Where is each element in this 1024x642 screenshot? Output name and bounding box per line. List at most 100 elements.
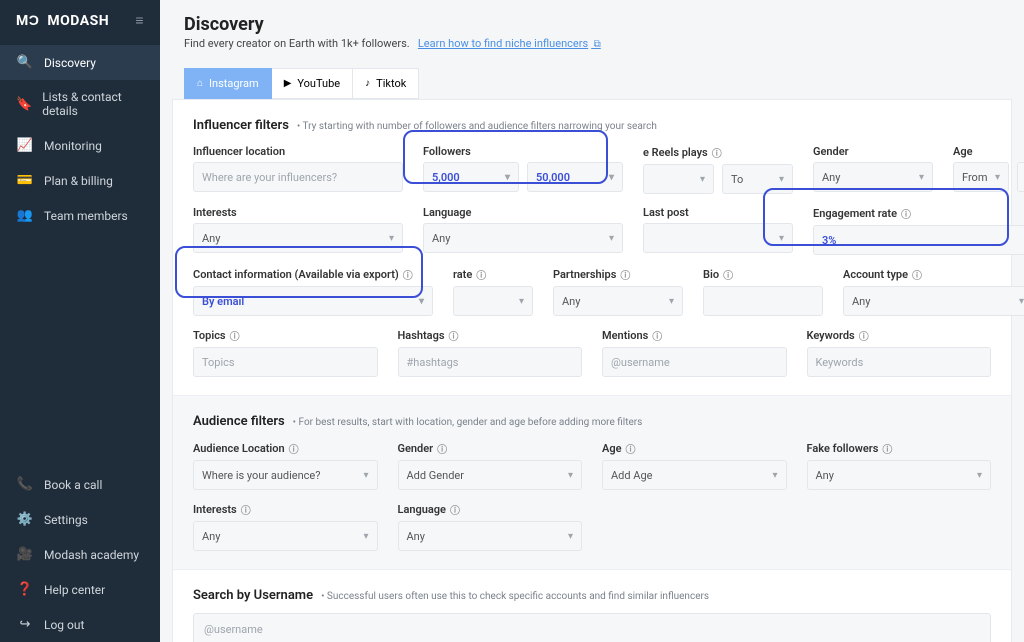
mentions-input[interactable]: @username — [602, 347, 787, 377]
info-icon[interactable]: ⓘ — [626, 441, 636, 456]
chevron-down-icon: ▾ — [568, 531, 573, 542]
label-audience-age: Age — [602, 442, 622, 455]
info-icon[interactable]: ⓘ — [403, 267, 413, 282]
learn-link[interactable]: Learn how to find niche influencers ⧉ — [418, 37, 601, 50]
label-account-type: Account type — [843, 268, 908, 281]
keywords-input[interactable]: Keywords — [807, 347, 992, 377]
platform-tabs: ⌂ Instagram ▶ YouTube ♪ Tiktok — [160, 68, 1024, 99]
label-lastpost: Last post — [643, 206, 689, 219]
external-link-icon: ⧉ — [591, 39, 601, 50]
label-fake-followers: Fake followers — [807, 442, 879, 455]
audience-language-select[interactable]: Any▾ — [398, 521, 583, 551]
main: Discovery Find every creator on Earth wi… — [160, 0, 1024, 642]
page-title: Discovery — [184, 14, 1000, 35]
sidebar-item-label: Team members — [44, 209, 128, 223]
fake-followers-select[interactable]: Any▾ — [807, 460, 992, 490]
info-icon[interactable]: ⓘ — [437, 441, 447, 456]
audience-age-select[interactable]: Add Age▾ — [602, 460, 787, 490]
chevron-down-icon: ▾ — [772, 470, 777, 481]
audience-filters-section: Audience filters • For best results, sta… — [173, 396, 1011, 570]
hashtags-input[interactable]: #hashtags — [398, 347, 583, 377]
chevron-down-icon: ▾ — [519, 296, 524, 307]
info-icon[interactable]: ⓘ — [901, 206, 911, 221]
gender-select[interactable]: Any▾ — [813, 162, 933, 192]
engagement-select[interactable]: 3%▾ — [813, 225, 1024, 255]
chevron-down-icon: ▾ — [609, 233, 614, 244]
row-4: Topicsⓘ Topics Hashtagsⓘ #hashtags Menti… — [193, 328, 991, 377]
gear-icon: ⚙️ — [16, 512, 34, 527]
chevron-down-icon: ▾ — [1019, 296, 1024, 307]
chevron-down-icon: ▾ — [505, 172, 510, 183]
language-select[interactable]: Any▾ — [423, 223, 623, 253]
audience-location-select[interactable]: Where is your audience?▾ — [193, 460, 378, 490]
info-icon[interactable]: ⓘ — [289, 441, 299, 456]
info-icon[interactable]: ⓘ — [449, 328, 459, 343]
lastpost-select[interactable]: ▾ — [643, 223, 793, 253]
contact-info-select[interactable]: By email▾ — [193, 286, 433, 316]
sidebar-item-lists[interactable]: 🔖 Lists & contact details — [0, 80, 160, 128]
chevron-down-icon: ▾ — [389, 233, 394, 244]
youtube-icon: ▶ — [284, 78, 292, 89]
sidebar-item-help[interactable]: ❓ Help center — [0, 572, 160, 607]
chevron-down-icon: ▾ — [363, 470, 368, 481]
sidebar-item-monitoring[interactable]: 📈 Monitoring — [0, 128, 160, 163]
label-partnerships: Partnerships — [553, 268, 616, 281]
info-icon[interactable]: ⓘ — [230, 328, 240, 343]
influencer-location-input[interactable]: Where are your influencers? — [193, 162, 403, 192]
topics-input[interactable]: Topics — [193, 347, 378, 377]
followers-from-select[interactable]: 5,000▾ — [423, 162, 519, 192]
header: Discovery Find every creator on Earth wi… — [160, 0, 1024, 58]
info-icon[interactable]: ⓘ — [476, 267, 486, 282]
section-title: Influencer filters — [193, 118, 289, 133]
sidebar: MƆ MODASH ≡ 🔍 Discovery 🔖 Lists & contac… — [0, 0, 160, 642]
chevron-down-icon: ▾ — [419, 296, 424, 307]
sidebar-item-book-call[interactable]: 📞 Book a call — [0, 467, 160, 502]
sidebar-item-logout[interactable]: ↪ Log out — [0, 607, 160, 642]
row-2: Interests Any▾ Language Any▾ Last post ▾… — [193, 206, 991, 255]
account-type-select[interactable]: Any▾ — [843, 286, 1024, 316]
bio-input[interactable] — [703, 286, 823, 316]
followers-to-select[interactable]: 50,000▾ — [527, 162, 623, 192]
info-icon[interactable]: ⓘ — [859, 328, 869, 343]
sidebar-item-label: Discovery — [44, 56, 96, 70]
tab-youtube[interactable]: ▶ YouTube — [272, 68, 353, 99]
label-contact: Contact information (Available via expor… — [193, 268, 399, 281]
tab-tiktok[interactable]: ♪ Tiktok — [353, 68, 419, 99]
info-icon[interactable]: ⓘ — [241, 502, 251, 517]
info-icon[interactable]: ⓘ — [652, 328, 662, 343]
label-interests: Interests — [193, 206, 237, 219]
audience-gender-select[interactable]: Add Gender▾ — [398, 460, 583, 490]
info-icon[interactable]: ⓘ — [712, 145, 722, 160]
info-icon[interactable]: ⓘ — [912, 267, 922, 282]
username-search-input[interactable]: @username — [193, 613, 991, 642]
age-to-select[interactable]: To▾ — [1017, 162, 1024, 192]
chevron-down-icon: ▾ — [609, 172, 614, 183]
row-3: Contact information (Available via expor… — [193, 267, 991, 316]
rate-select[interactable]: ▾ — [453, 286, 533, 316]
label-keywords: Keywords — [807, 329, 855, 342]
label-gender: Gender — [813, 145, 849, 158]
sidebar-item-academy[interactable]: 🎥 Modash academy — [0, 537, 160, 572]
influencer-filters-section: Influencer filters • Try starting with n… — [173, 100, 1011, 396]
sidebar-item-label: Settings — [44, 513, 88, 527]
sidebar-item-plan-billing[interactable]: 💳 Plan & billing — [0, 163, 160, 198]
reels-to-select[interactable]: To▾ — [722, 164, 793, 194]
partnerships-select[interactable]: Any▾ — [553, 286, 683, 316]
sidebar-item-settings[interactable]: ⚙️ Settings — [0, 502, 160, 537]
age-from-select[interactable]: From▾ — [953, 162, 1009, 192]
info-icon[interactable]: ⓘ — [723, 267, 733, 282]
info-icon[interactable]: ⓘ — [882, 441, 892, 456]
sidebar-item-team-members[interactable]: 👥 Team members — [0, 198, 160, 233]
sidebar-item-discovery[interactable]: 🔍 Discovery — [0, 45, 160, 80]
label-topics: Topics — [193, 329, 226, 342]
reels-from-select[interactable]: ▾ — [643, 164, 714, 194]
tab-instagram[interactable]: ⌂ Instagram — [184, 68, 272, 99]
sidebar-item-label: Lists & contact details — [42, 90, 144, 118]
menu-toggle-icon[interactable]: ≡ — [135, 12, 144, 29]
interests-select[interactable]: Any▾ — [193, 223, 403, 253]
label-reels: e Reels plays — [643, 146, 708, 159]
chevron-down-icon: ▾ — [779, 233, 784, 244]
audience-interests-select[interactable]: Any▾ — [193, 521, 378, 551]
info-icon[interactable]: ⓘ — [620, 267, 630, 282]
info-icon[interactable]: ⓘ — [450, 502, 460, 517]
